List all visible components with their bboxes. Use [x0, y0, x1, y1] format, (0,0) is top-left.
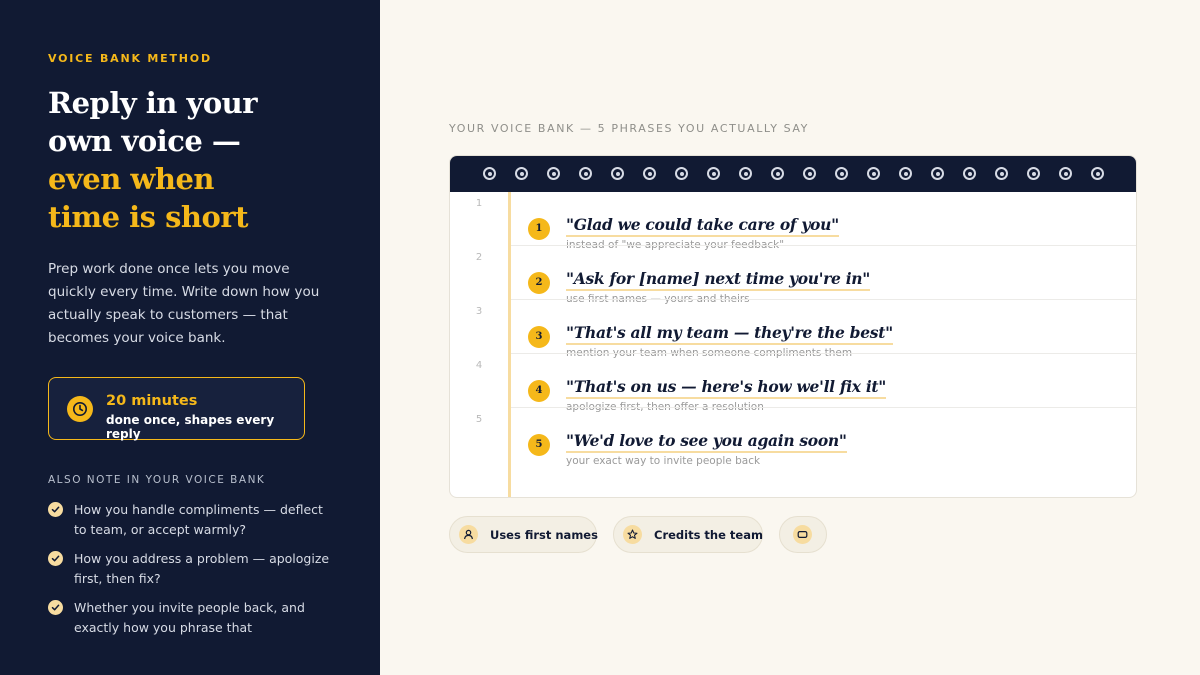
table-row: 3 3 "That's all my team — they're the be… [450, 300, 1136, 359]
check-icon [48, 600, 63, 615]
phrase-number-badge: 2 [528, 272, 550, 294]
note-text: How you handle compliments — deflect to … [74, 502, 323, 537]
spiral-hole [963, 167, 976, 180]
spiral-hole [995, 167, 1008, 180]
star-icon [623, 525, 642, 544]
spiral-hole [515, 167, 528, 180]
person-icon [459, 525, 478, 544]
spiral-hole [611, 167, 624, 180]
chip-third[interactable] [779, 516, 827, 553]
phrase-text: "We'd love to see you again soon" [566, 431, 847, 453]
spiral-hole [579, 167, 592, 180]
headline-line: own voice — [48, 124, 241, 158]
notebook-card: 1 1 "Glad we could take care of you" ins… [449, 155, 1137, 498]
table-row: 2 2 "Ask for [name] next time you're in"… [450, 246, 1136, 305]
left-panel: VOICE BANK METHOD Reply in your own voic… [0, 0, 380, 675]
phrase-hint: your exact way to invite people back [566, 455, 761, 467]
headline-accent-line: even when [48, 162, 215, 196]
page-title: Reply in your own voice — even when time… [48, 84, 348, 236]
line-number: 2 [475, 252, 483, 263]
check-icon [48, 551, 63, 566]
table-row: 1 1 "Glad we could take care of you" ins… [450, 192, 1136, 251]
spiral-hole [1027, 167, 1040, 180]
spiral-hole [931, 167, 944, 180]
phrase-number-badge: 1 [528, 218, 550, 240]
list-item: Whether you invite people back, and exac… [48, 598, 338, 637]
spiral-hole [803, 167, 816, 180]
spiral-hole [547, 167, 560, 180]
notes-heading: ALSO NOTE IN YOUR VOICE BANK [48, 474, 266, 486]
chip-credits-team[interactable]: Credits the team [613, 516, 763, 553]
spiral-binding [450, 156, 1136, 192]
notes-list: How you handle compliments — deflect to … [48, 500, 338, 647]
time-caption: done once, shapes every reply [106, 413, 275, 441]
line-number: 4 [475, 360, 483, 371]
spiral-hole [483, 167, 496, 180]
headline-line: Reply in your [48, 86, 258, 120]
spiral-hole [675, 167, 688, 180]
clock-icon [67, 396, 93, 422]
phrase-number-badge: 3 [528, 326, 550, 348]
phrase-text: "Glad we could take care of you" [566, 215, 839, 237]
voice-bank-label: YOUR VOICE BANK — 5 PHRASES YOU ACTUALLY… [449, 122, 809, 135]
spiral-hole [739, 167, 752, 180]
line-number: 1 [475, 198, 483, 209]
eyebrow: VOICE BANK METHOD [48, 52, 212, 65]
phrase-text: "That's on us — here's how we'll fix it" [566, 377, 886, 399]
rectangle-icon [793, 525, 812, 544]
spiral-hole [835, 167, 848, 180]
time-value: 20 minutes [106, 393, 198, 409]
chip-label: Credits the team [654, 528, 763, 542]
chip-first-names[interactable]: Uses first names [449, 516, 598, 553]
lead-paragraph: Prep work done once lets you move quickl… [48, 261, 320, 346]
phrase-number-badge: 4 [528, 380, 550, 402]
spiral-hole [867, 167, 880, 180]
table-row: 5 5 "We'd love to see you again soon" yo… [450, 408, 1136, 467]
chip-label: Uses first names [490, 528, 598, 542]
phrase-text: "Ask for [name] next time you're in" [566, 269, 870, 291]
note-text: How you address a problem — apologize fi… [74, 551, 330, 586]
note-text: Whether you invite people back, and exac… [74, 600, 305, 635]
list-item: How you address a problem — apologize fi… [48, 549, 338, 588]
spiral-hole [643, 167, 656, 180]
spiral-hole [899, 167, 912, 180]
time-callout: 20 minutes done once, shapes every reply [48, 377, 305, 441]
list-item: How you handle compliments — deflect to … [48, 500, 338, 539]
spiral-hole [1091, 167, 1104, 180]
table-row: 4 4 "That's on us — here's how we'll fix… [450, 354, 1136, 413]
phrase-number-badge: 5 [528, 434, 550, 456]
spiral-hole [1059, 167, 1072, 180]
spiral-hole [771, 167, 784, 180]
check-icon [48, 502, 63, 517]
line-number: 3 [475, 306, 483, 317]
spiral-hole [707, 167, 720, 180]
phrase-text: "That's all my team — they're the best" [566, 323, 893, 345]
line-number: 5 [475, 414, 483, 425]
headline-accent-line: time is short [48, 200, 249, 234]
